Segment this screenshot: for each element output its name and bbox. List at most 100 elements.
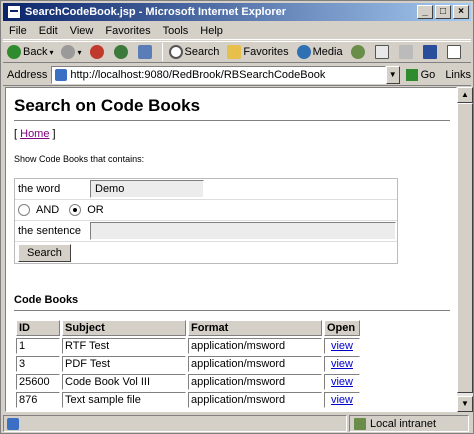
forward-button[interactable]: ▾	[61, 45, 82, 59]
row-open-cell: view	[324, 392, 360, 408]
go-button[interactable]: Go	[405, 68, 436, 81]
menu-help[interactable]: Help	[200, 25, 223, 37]
intranet-icon	[354, 417, 366, 430]
back-arrow-icon	[7, 45, 21, 59]
scroll-up-icon[interactable]: ▲	[457, 87, 473, 103]
row-id: 3	[16, 356, 60, 372]
menu-file[interactable]: File	[9, 25, 27, 37]
home-link[interactable]: Home	[20, 128, 49, 140]
search-button[interactable]: Search	[168, 45, 219, 59]
minimize-button[interactable]: _	[417, 5, 433, 19]
page-icon	[55, 68, 68, 81]
home-icon	[137, 45, 152, 59]
table-row: 3 PDF Test application/msword view	[16, 356, 360, 372]
word-button[interactable]	[422, 45, 439, 59]
status-message	[3, 415, 347, 432]
go-arrow-icon	[405, 68, 418, 81]
title-bar: SearchCodeBook.jsp - Microsoft Internet …	[3, 3, 471, 21]
maximize-button[interactable]: □	[435, 5, 451, 19]
table-row: 1 RTF Test application/msword view	[16, 338, 360, 354]
print-icon	[398, 45, 413, 59]
address-label: Address	[7, 68, 48, 81]
view-link[interactable]: view	[331, 394, 353, 406]
done-page-icon	[7, 417, 19, 430]
scroll-down-icon[interactable]: ▼	[457, 396, 473, 412]
row-subject: Code Book Vol III	[62, 374, 186, 390]
search-instruction: Show Code Books that contains:	[14, 154, 145, 164]
refresh-button[interactable]	[113, 45, 130, 59]
and-radio[interactable]	[18, 204, 30, 216]
results-divider	[14, 310, 450, 312]
operator-row: AND OR	[15, 200, 397, 221]
ie-page-icon	[7, 5, 21, 19]
sentence-row: the sentence	[15, 221, 397, 242]
back-label: Back	[23, 46, 48, 58]
window-controls: _ □ ×	[415, 5, 469, 19]
close-button[interactable]: ×	[453, 5, 469, 19]
home-button[interactable]	[137, 45, 154, 59]
word-label: the word	[18, 183, 61, 195]
edit-button[interactable]	[446, 45, 463, 59]
refresh-icon	[113, 45, 128, 59]
search-submit-button[interactable]: Search	[18, 243, 71, 262]
links-button[interactable]: Links	[445, 69, 471, 81]
media-label: Media	[312, 46, 343, 58]
media-icon	[296, 45, 311, 59]
go-label: Go	[420, 68, 436, 81]
stop-button[interactable]	[89, 45, 106, 59]
row-subject: PDF Test	[62, 356, 186, 372]
table-row: 25600 Code Book Vol III application/mswo…	[16, 374, 360, 390]
row-subject: Text sample file	[62, 392, 186, 408]
word-row: the word Demo	[15, 179, 397, 200]
row-id: 25600	[16, 374, 60, 390]
history-icon	[350, 45, 365, 59]
row-subject: RTF Test	[62, 338, 186, 354]
view-link[interactable]: view	[331, 376, 353, 388]
address-bar: Address http://localhost:9080/RedBrook/R…	[3, 64, 471, 86]
media-button[interactable]: Media	[296, 45, 343, 59]
table-header-row: ID Subject Format Open	[16, 320, 360, 336]
search-form: the word Demo AND OR the sentence Search	[14, 178, 398, 264]
print-button[interactable]	[398, 45, 415, 59]
or-radio[interactable]	[69, 204, 82, 216]
address-input[interactable]: http://localhost:9080/RedBrook/RBSearchC…	[51, 65, 386, 84]
menu-favorites[interactable]: Favorites	[105, 25, 150, 37]
history-button[interactable]	[350, 45, 367, 59]
col-open: Open	[324, 320, 360, 336]
button-row: Search	[15, 242, 397, 263]
scroll-thumb[interactable]	[457, 103, 473, 393]
browser-window: SearchCodeBook.jsp - Microsoft Internet …	[0, 0, 474, 434]
favorites-label: Favorites	[243, 46, 289, 58]
row-format: application/msword	[188, 356, 322, 372]
menu-view[interactable]: View	[70, 25, 94, 37]
menu-bar: File Edit View Favorites Tools Help	[3, 22, 471, 40]
favorites-button[interactable]: Favorites	[227, 45, 289, 59]
vertical-scrollbar[interactable]: ▲ ▼	[457, 87, 473, 412]
row-format: application/msword	[188, 392, 322, 408]
page-viewport: Search on Code Books [ Home ] Show Code …	[5, 87, 457, 412]
search-icon	[168, 45, 183, 59]
mail-button[interactable]	[374, 45, 391, 59]
view-link[interactable]: view	[331, 340, 353, 352]
word-input[interactable]: Demo	[90, 180, 204, 198]
row-open-cell: view	[324, 338, 360, 354]
back-button[interactable]: Back ▾	[7, 45, 53, 59]
page-title: Search on Code Books	[14, 96, 201, 115]
sentence-label: the sentence	[18, 225, 81, 237]
address-dropdown-icon[interactable]: ▼	[385, 65, 400, 84]
row-open-cell: view	[324, 374, 360, 390]
row-format: application/msword	[188, 374, 322, 390]
status-bar: Local intranet	[3, 414, 471, 433]
sentence-input[interactable]	[90, 222, 396, 240]
address-url: http://localhost:9080/RedBrook/RBSearchC…	[70, 68, 326, 81]
view-link[interactable]: view	[331, 358, 353, 370]
menu-tools[interactable]: Tools	[163, 25, 189, 37]
title-divider	[14, 120, 450, 122]
and-label: AND	[36, 204, 60, 216]
menu-edit[interactable]: Edit	[39, 25, 58, 37]
col-format: Format	[188, 320, 322, 336]
stop-icon	[89, 45, 104, 59]
row-format: application/msword	[188, 338, 322, 354]
row-open-cell: view	[324, 356, 360, 372]
col-id: ID	[16, 320, 60, 336]
